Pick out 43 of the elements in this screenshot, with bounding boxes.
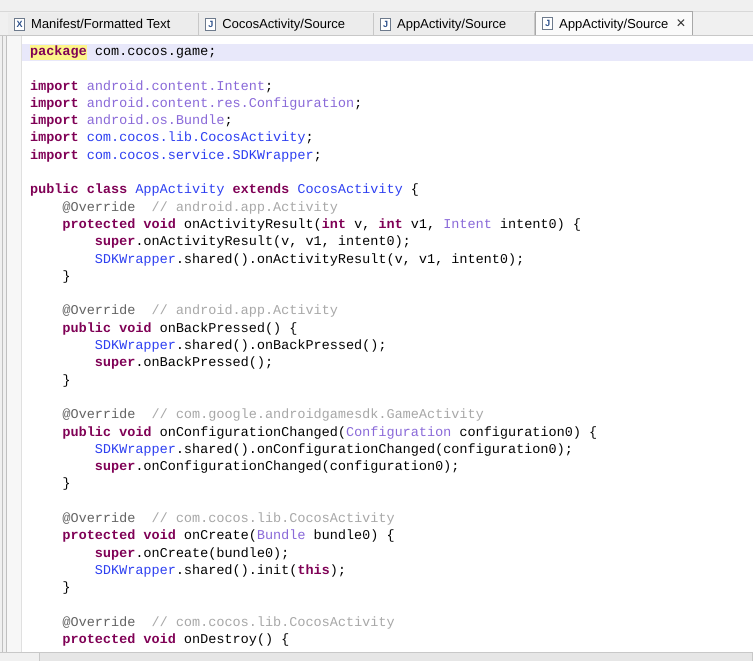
code-line: import android.content.Intent; (30, 80, 274, 95)
tab-label: AppActivity/Source (559, 14, 668, 33)
code-line: } (61, 270, 71, 285)
code-line: } (61, 581, 71, 596)
editor-tab[interactable]: J CocosActivity/Source (199, 13, 374, 35)
code-line: import com.cocos.lib.CocosActivity; (30, 131, 314, 146)
code-line: protected void onActivityResult(int v, int v1, Intent intent0) { (61, 218, 581, 233)
code-line: super.onActivityResult(v, v1, intent0); (94, 235, 411, 250)
code-line: import android.os.Bundle; (30, 114, 233, 130)
editor-tab[interactable]: J AppActivity/Source × (535, 11, 693, 35)
code-line: @Override // android.app.Activity (61, 304, 338, 320)
code-line: public void onConfigurationChanged(Configuration configuration0) { (61, 426, 598, 441)
code-line: SDKWrapper.shared().onActivityResult(v, v1, intent0); (94, 252, 524, 268)
java-file-icon: J (380, 18, 392, 30)
code-line: @Override // com.cocos.lib.CocosActivity (61, 616, 395, 631)
code-line: @Override // com.google.androidgamesdk.GameActivity (61, 408, 484, 424)
code-line: import android.content.res.Configuration; (30, 96, 362, 112)
horizontal-scrollbar[interactable] (40, 653, 753, 661)
code-line: SDKWrapper.shared().onConfigurationChanged(configuration0); (94, 442, 573, 458)
code-line: @Override // com.cocos.lib.CocosActivity (61, 512, 395, 528)
editor-tab[interactable]: J AppActivity/Source (374, 13, 536, 35)
editor-tab[interactable]: X Manifest/Formatted Text (8, 13, 200, 35)
code-line: package com.cocos.game; (30, 45, 216, 60)
code-line: SDKWrapper.shared().onBackPressed(); (94, 339, 386, 354)
tab-label: CocosActivity/Source (222, 15, 346, 34)
code-line: super.onConfigurationChanged(configuration0); (94, 460, 460, 476)
java-file-icon: J (542, 17, 554, 30)
java-file-icon: X (14, 18, 25, 30)
java-file-icon: J (205, 18, 216, 30)
code-line: } (61, 477, 71, 492)
code-line: } (61, 374, 71, 389)
code-line: super.onBackPressed(); (94, 356, 274, 372)
tab-label: AppActivity/Source (397, 15, 506, 34)
code-line: import com.cocos.service.SDKWrapper; (30, 148, 322, 164)
code-line: @Override // android.app.Activity (61, 200, 338, 216)
close-icon[interactable]: × (676, 16, 686, 32)
code-line: super.onCreate(bundle0); (94, 546, 290, 562)
code-line: public class AppActivity extends CocosActivity { (30, 183, 419, 198)
code-line: protected void onDestroy() { (61, 633, 290, 648)
code-line: public void onBackPressed() { (61, 322, 298, 337)
code-line: protected void onCreate(Bundle bundle0) { (61, 529, 395, 544)
code-line: SDKWrapper.shared().init(this); (94, 564, 346, 579)
tab-label: Manifest/Formatted Text (31, 15, 170, 34)
